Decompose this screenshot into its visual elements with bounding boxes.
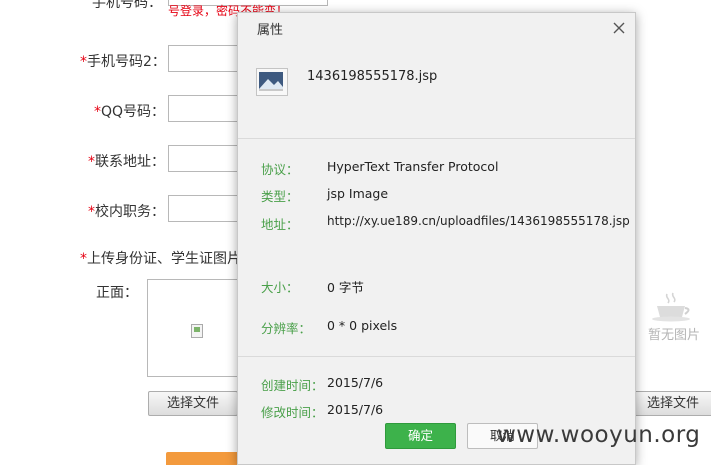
created-key: 创建时间： (261, 378, 324, 393)
protocol-key: 协议： (261, 162, 299, 177)
protocol-value: HyperText Transfer Protocol (327, 159, 499, 174)
phone2-label: *手机号码2： (80, 54, 166, 70)
phone-label: 手机号码： (92, 0, 162, 11)
broken-image-icon (191, 324, 203, 338)
type-key: 类型： (261, 189, 299, 204)
ok-button[interactable]: 确定 (385, 423, 456, 449)
required-mark: * (88, 154, 95, 170)
position-input[interactable] (168, 195, 248, 222)
watermark: www.wooyun.org (497, 422, 701, 448)
front-label: 正面： (96, 285, 138, 301)
required-mark: * (80, 54, 87, 70)
coffee-cup-icon (652, 292, 690, 322)
choose-file-button-front[interactable]: 选择文件 (148, 391, 238, 416)
type-value: jsp Image (327, 186, 389, 201)
no-picture-text: 暂无图片 (648, 328, 701, 343)
front-image-preview (147, 279, 239, 377)
address-key: 地址： (261, 217, 299, 232)
choose-file-button-back[interactable]: 选择文件 (634, 391, 711, 416)
created-value: 2015/7/6 (327, 375, 384, 390)
address-input[interactable] (168, 145, 248, 172)
size-value: 0 字节 (327, 280, 364, 295)
resolution-key: 分辨率： (261, 321, 312, 336)
required-mark: * (94, 104, 101, 120)
qq-label: *QQ号码： (94, 104, 166, 120)
resolution-value: 0 * 0 pixels (327, 318, 398, 333)
separator (238, 356, 635, 357)
position-label: *校内职务： (88, 204, 165, 220)
file-name: 1436198555178.jsp (307, 69, 438, 84)
required-mark: * (88, 204, 95, 220)
address-value: http://xy.ue189.cn/uploadfiles/143619855… (327, 214, 630, 228)
modified-key: 修改时间： (261, 405, 324, 420)
image-file-icon (256, 68, 288, 96)
close-icon[interactable] (610, 19, 628, 37)
dialog-title: 属性 (257, 23, 284, 38)
separator (238, 138, 635, 139)
size-key: 大小： (261, 280, 299, 295)
phone2-input[interactable] (168, 45, 248, 72)
upload-heading: *上传身份证、学生证图片 (80, 251, 241, 267)
address-label: *联系地址： (88, 154, 165, 170)
required-mark: * (80, 251, 87, 267)
modified-value: 2015/7/6 (327, 402, 384, 417)
qq-input[interactable] (168, 95, 248, 122)
properties-dialog: 属性 1436198555178.jsp 协议： HyperText Trans… (237, 12, 636, 465)
